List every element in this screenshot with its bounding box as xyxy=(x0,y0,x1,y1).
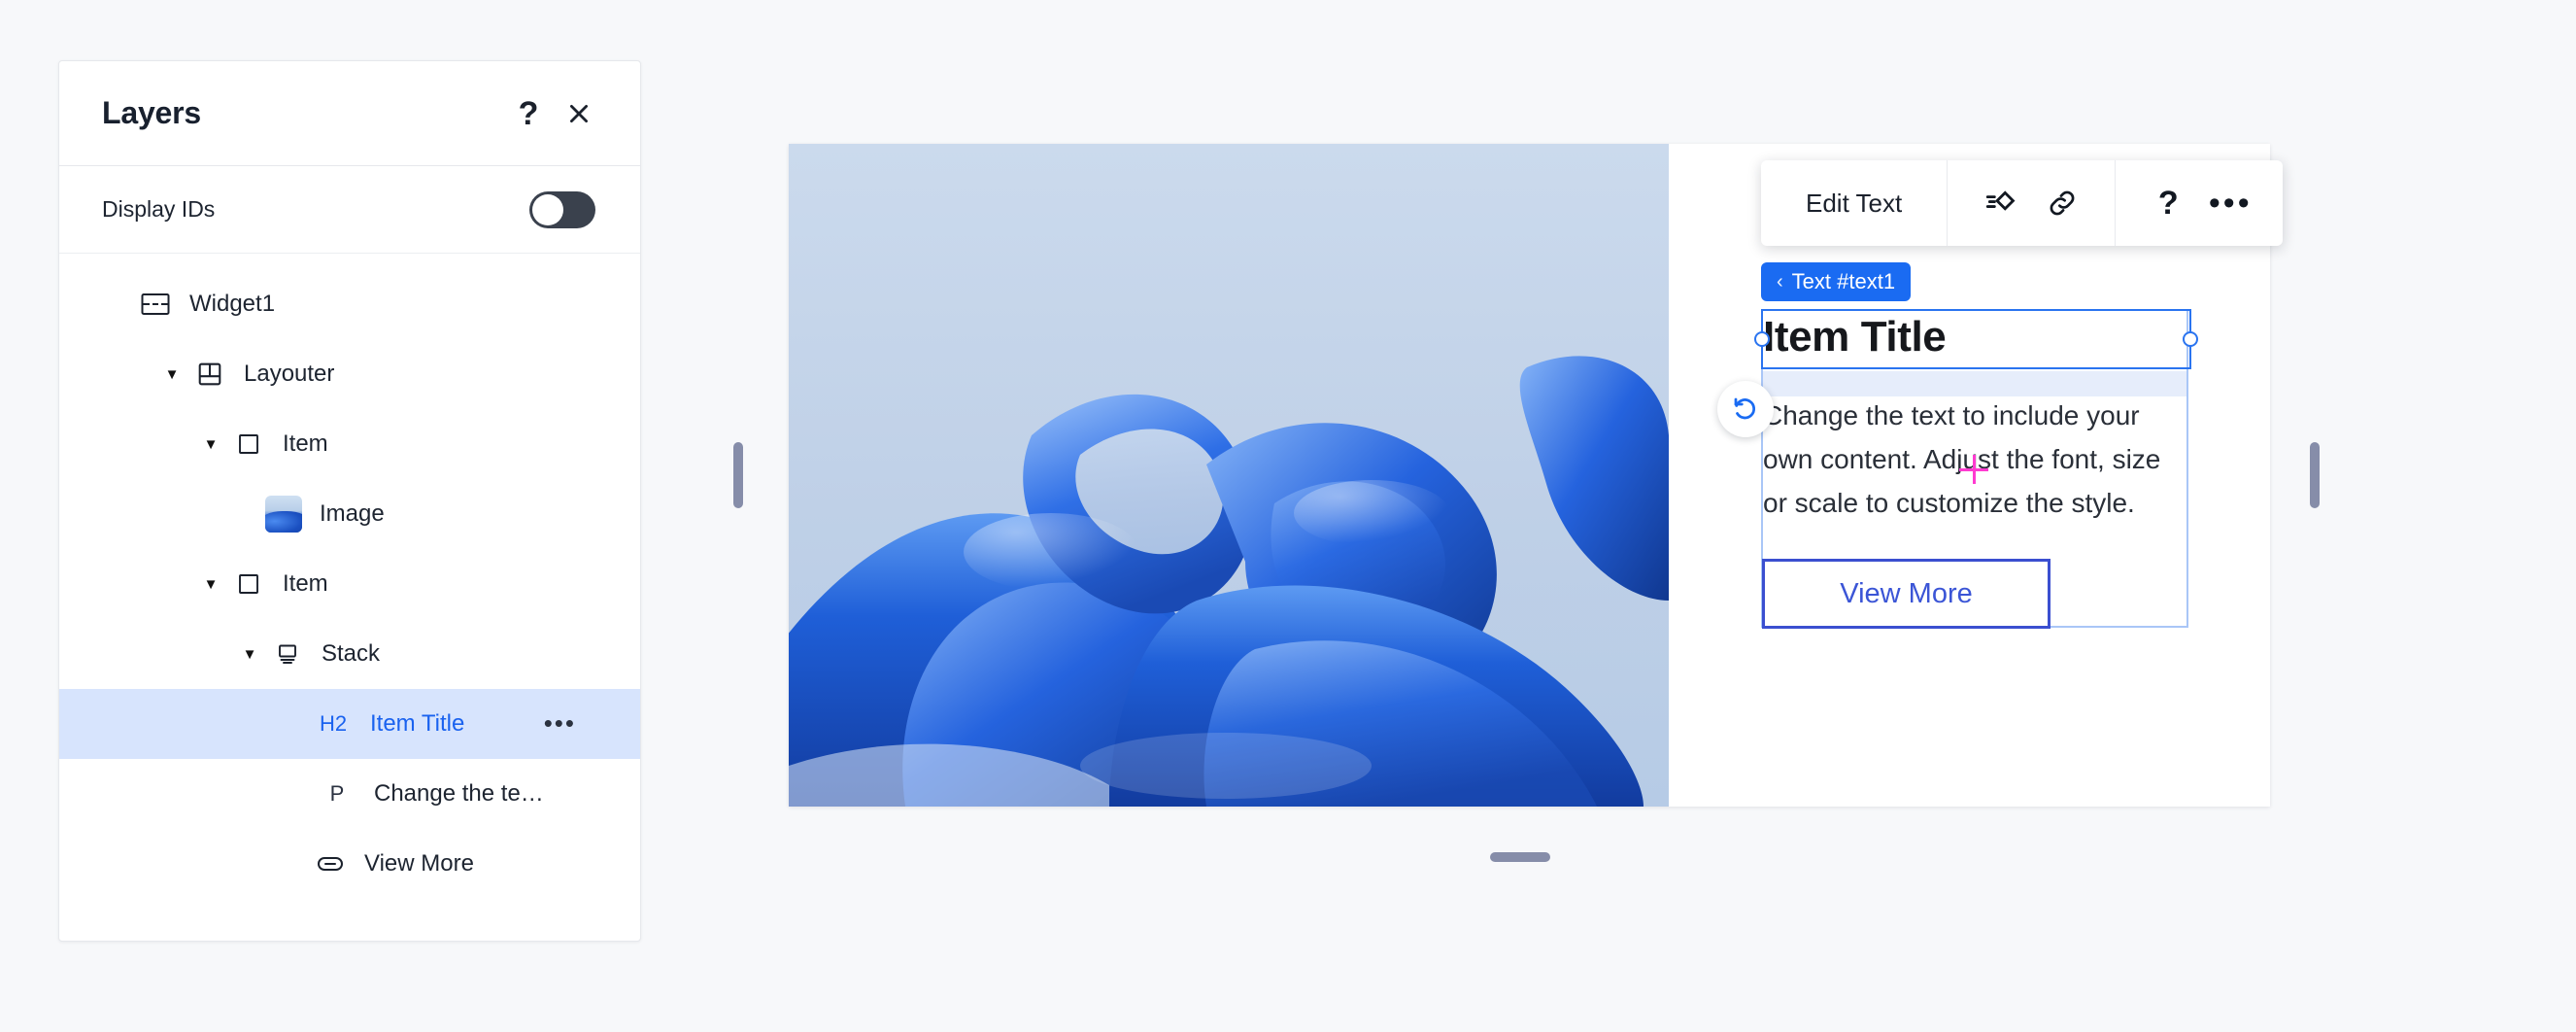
layer-tree: ▼ Widget1 ▼ Layouter ▼ xyxy=(59,254,640,941)
layer-row-layouter[interactable]: ▼ Layouter xyxy=(59,339,640,409)
view-more-button[interactable]: View More xyxy=(1762,559,2051,629)
toggle-knob xyxy=(532,193,563,225)
title-selection-box[interactable] xyxy=(1754,309,2198,369)
help-icon[interactable]: ? xyxy=(2137,174,2199,232)
page-title: Layers xyxy=(102,95,201,130)
card-body-text[interactable]: Change the text to include your own cont… xyxy=(1763,394,2183,525)
square-icon xyxy=(232,568,265,601)
layers-panel: Layers ? Display IDs ▼ Widget1 xyxy=(58,60,641,942)
layer-row-stack[interactable]: ▼ Stack xyxy=(59,619,640,689)
heading-tag-label: H2 xyxy=(319,711,348,736)
layer-row-paragraph[interactable]: ▼ P Change the te… xyxy=(59,759,640,829)
layer-row-item-title[interactable]: ▼ H2 Item Title ••• xyxy=(59,689,640,759)
resize-handle-right[interactable] xyxy=(2310,442,2320,508)
layer-label: Item xyxy=(283,570,328,597)
layer-label: View More xyxy=(364,850,474,877)
layer-row-item-2[interactable]: ▼ Item xyxy=(59,549,640,619)
layers-panel-header: Layers ? xyxy=(59,61,640,166)
chevron-left-icon[interactable]: ‹ xyxy=(1777,271,1783,293)
resize-handle-right-circle[interactable] xyxy=(2183,331,2198,347)
paragraph-tag-label: P xyxy=(329,781,345,806)
undo-button[interactable] xyxy=(1717,381,1774,437)
layer-row-item-1[interactable]: ▼ Item xyxy=(59,409,640,479)
layer-label: Item Title xyxy=(370,710,465,737)
layout-icon xyxy=(193,358,226,391)
widget-icon xyxy=(139,288,172,321)
toolbar-group-tools xyxy=(1948,160,2117,246)
blue-blob-artwork xyxy=(789,144,1669,807)
layer-label: Change the te… xyxy=(374,780,544,807)
button-icon xyxy=(314,847,347,880)
selection-badge[interactable]: ‹ Text #text1 xyxy=(1761,262,1912,301)
chevron-down-icon[interactable]: ▼ xyxy=(238,642,261,666)
layer-row-widget1[interactable]: ▼ Widget1 xyxy=(59,269,640,339)
layer-label: Image xyxy=(320,500,385,527)
selection-badge-label: Text #text1 xyxy=(1791,269,1896,293)
canvas-image[interactable] xyxy=(789,144,1669,807)
layer-label: Widget1 xyxy=(189,291,276,317)
resize-handle-left-circle[interactable] xyxy=(1754,331,1770,347)
layer-label: Stack xyxy=(322,640,381,667)
toolbar-group-primary: Edit Text xyxy=(1761,160,1949,246)
resize-handle-bottom[interactable] xyxy=(1490,852,1550,862)
layer-row-image[interactable]: ▼ Image xyxy=(59,479,640,549)
display-ids-toggle[interactable] xyxy=(529,190,595,228)
undo-icon xyxy=(1734,397,1756,420)
square-icon xyxy=(232,428,265,461)
row-more-icon[interactable]: ••• xyxy=(544,711,576,736)
layer-label: Layouter xyxy=(244,361,335,387)
layer-label: Item xyxy=(283,430,328,457)
layer-row-view-more[interactable]: ▼ View More xyxy=(59,829,640,899)
help-icon[interactable]: ? xyxy=(506,91,551,136)
edit-text-button[interactable]: Edit Text xyxy=(1782,160,1925,246)
close-icon[interactable] xyxy=(557,91,601,136)
stack-icon xyxy=(271,637,304,671)
link-icon[interactable] xyxy=(2031,174,2093,232)
display-ids-row: Display IDs xyxy=(59,166,640,254)
toolbar-group-meta: ? ••• xyxy=(2116,160,2283,246)
chevron-down-icon[interactable]: ▼ xyxy=(199,432,222,456)
chevron-down-icon[interactable]: ▼ xyxy=(160,362,184,386)
image-thumbnail-icon xyxy=(265,496,302,533)
edit-toolbar: Edit Text ? ••• xyxy=(1761,160,2284,246)
chevron-down-icon[interactable]: ▼ xyxy=(199,572,222,596)
animation-diamond-icon[interactable] xyxy=(1969,174,2031,232)
resize-handle-left[interactable] xyxy=(733,442,743,508)
ellipsis-icon[interactable]: ••• xyxy=(2199,174,2261,232)
display-ids-label: Display IDs xyxy=(102,196,216,222)
